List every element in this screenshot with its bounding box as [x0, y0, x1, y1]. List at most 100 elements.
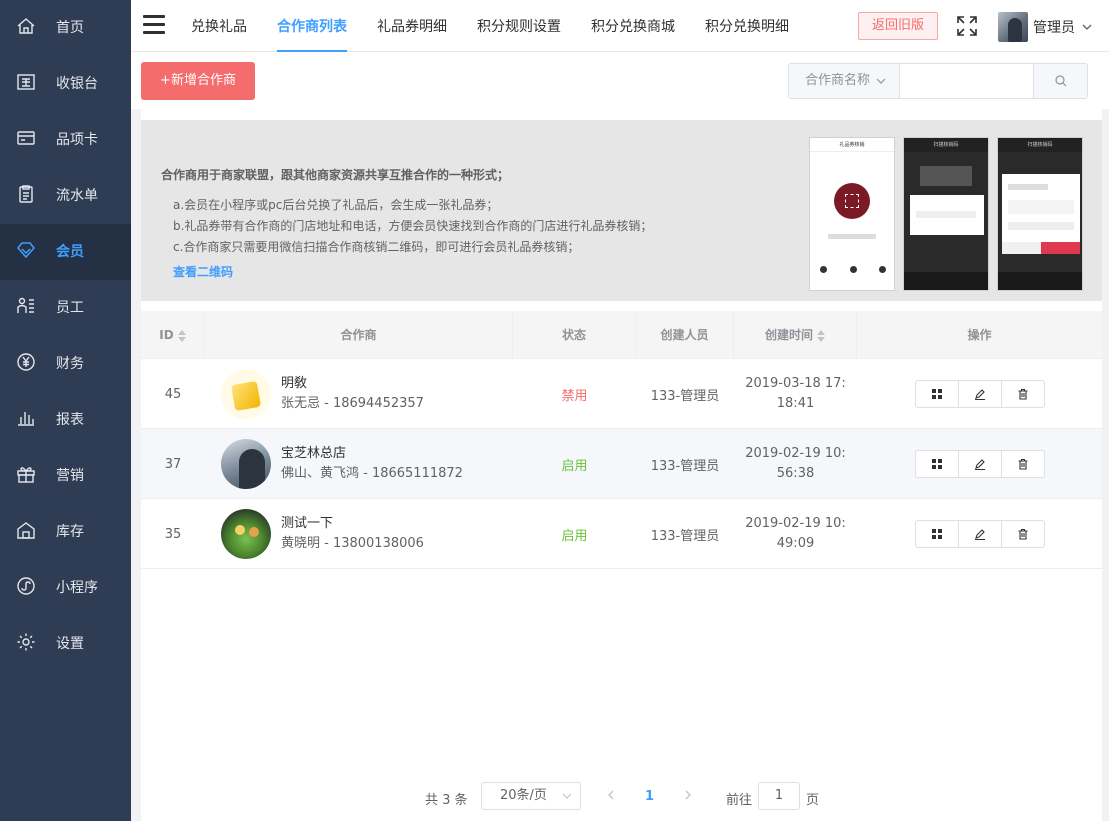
- gear-icon: [16, 632, 36, 652]
- sidebar-item-label: 首页: [56, 20, 84, 36]
- table-header: ID 合作商 状态 创建人员 创建时间 操作: [141, 311, 1102, 359]
- warehouse-icon: [16, 520, 36, 540]
- sidebar-item-label: 营销: [56, 468, 84, 484]
- chevron-down-icon: [562, 793, 572, 799]
- tab-points-mall[interactable]: 积分兑换商城: [591, 0, 675, 52]
- qr-code-button[interactable]: [916, 381, 959, 407]
- partner-name: 宝芝林总店: [281, 446, 347, 461]
- prev-page-icon[interactable]: [605, 789, 617, 801]
- bar-chart-icon: [16, 408, 36, 428]
- sidebar-item-card[interactable]: 品项卡: [0, 112, 131, 168]
- search-icon: [1055, 75, 1067, 87]
- tab-exchange-gift[interactable]: 兑换礼品: [191, 0, 247, 52]
- column-header-creator: 创建人员: [636, 311, 734, 359]
- qr-code-button[interactable]: [916, 521, 959, 547]
- goto-page-input[interactable]: 1: [758, 782, 800, 810]
- card-icon: [16, 128, 36, 148]
- sidebar-item-journal[interactable]: 流水单: [0, 168, 131, 224]
- info-line: a.会员在小程序或pc后台兑换了礼品后，会生成一张礼品券；: [173, 198, 499, 212]
- sidebar-item-label: 收银台: [56, 76, 98, 92]
- edit-button[interactable]: [959, 451, 1002, 477]
- sidebar-item-label: 流水单: [56, 188, 98, 204]
- status-badge: 禁用: [561, 388, 588, 404]
- sidebar-item-inventory[interactable]: 库存: [0, 504, 131, 560]
- partner-name: 明敎: [281, 376, 308, 391]
- sort-icon[interactable]: [177, 329, 186, 342]
- column-header-partner: 合作商: [205, 311, 513, 359]
- tab-coupon-detail[interactable]: 礼品券明细: [377, 0, 447, 52]
- sidebar-item-mini-program[interactable]: 小程序: [0, 560, 131, 616]
- delete-button[interactable]: [1002, 451, 1044, 477]
- goto-label: 前往: [726, 793, 753, 808]
- column-header-id[interactable]: ID: [141, 311, 205, 359]
- tab-points-detail[interactable]: 积分兑换明细: [705, 0, 789, 52]
- sidebar-item-staff[interactable]: 员工: [0, 280, 131, 336]
- delete-button[interactable]: [1002, 381, 1044, 407]
- partner-contact: 佛山、黄飞鸿 - 18665111872: [281, 466, 463, 481]
- edit-icon: [974, 389, 985, 400]
- qr-code-button[interactable]: [916, 451, 959, 477]
- grid-icon: [931, 459, 942, 469]
- row-id: 35: [164, 526, 182, 542]
- search-field-select[interactable]: 合作商名称: [789, 64, 900, 98]
- screenshot-scan-input: 扫描核销码: [903, 137, 989, 291]
- gift-icon: [16, 464, 36, 484]
- page-number-current[interactable]: 1: [645, 789, 654, 804]
- edit-button[interactable]: [959, 381, 1002, 407]
- search-bar: 合作商名称: [788, 63, 1088, 99]
- delete-button[interactable]: [1002, 521, 1044, 547]
- chevron-down-icon: [876, 78, 886, 84]
- row-creator: 133-管理员: [650, 458, 720, 474]
- row-created-time: 2019-02-19 10:56:38: [745, 446, 846, 481]
- sidebar-item-member[interactable]: 会员: [0, 224, 131, 280]
- row-created-time: 2019-02-19 10:49:09: [745, 516, 846, 551]
- sidebar-item-home[interactable]: 首页: [0, 0, 131, 56]
- top-bar: 兑换礼品 合作商列表 礼品券明细 积分规则设置 积分兑换商城 积分兑换明细 返回…: [131, 0, 1109, 52]
- screenshot-coupon-verify: 礼品券核销: [809, 137, 895, 291]
- page-size-select[interactable]: 20条/页: [481, 782, 581, 810]
- diamond-icon: [16, 240, 36, 260]
- column-header-created-time[interactable]: 创建时间: [734, 311, 857, 359]
- partner-contact: 黄晓明 - 13800138006: [281, 536, 424, 551]
- trash-icon: [1018, 388, 1027, 400]
- page-size-label: 20条/页: [500, 788, 547, 803]
- partner-name: 测试一下: [281, 516, 334, 531]
- tab-partner-list[interactable]: 合作商列表: [277, 0, 347, 52]
- back-to-old-version-button[interactable]: 返回旧版: [858, 12, 938, 40]
- sidebar-item-marketing[interactable]: 营销: [0, 448, 131, 504]
- sidebar-item-settings[interactable]: 设置: [0, 616, 131, 672]
- sidebar-item-label: 会员: [56, 244, 84, 260]
- row-actions: [857, 499, 1102, 569]
- pagination: 共 3 条 20条/页 1 前往 1 页: [141, 782, 1102, 812]
- yen-icon: [16, 352, 36, 372]
- search-input[interactable]: [900, 64, 1033, 98]
- edit-button[interactable]: [959, 521, 1002, 547]
- add-partner-button[interactable]: +新增合作商: [141, 62, 255, 100]
- pagination-total: 共 3 条: [425, 793, 468, 808]
- row-partner: 宝芝林总店 佛山、黄飞鸿 - 18665111872: [205, 429, 513, 499]
- sidebar-item-report[interactable]: 报表: [0, 392, 131, 448]
- row-partner: 明敎 张无忌 - 18694452357: [205, 359, 513, 429]
- user-name: 管理员: [1033, 20, 1075, 36]
- sort-icon[interactable]: [817, 329, 825, 342]
- sidebar-item-finance[interactable]: 财务: [0, 336, 131, 392]
- tab-points-rules[interactable]: 积分规则设置: [477, 0, 561, 52]
- chevron-down-icon: [1082, 24, 1092, 30]
- next-page-icon[interactable]: [682, 789, 694, 801]
- sidebar-item-cashier[interactable]: 收银台: [0, 56, 131, 112]
- partner-contact: 张无忌 - 18694452357: [281, 396, 424, 411]
- partner-avatar: [221, 509, 271, 559]
- fullscreen-icon[interactable]: [956, 15, 978, 37]
- row-id: 45: [164, 386, 182, 402]
- status-badge: 启用: [561, 458, 588, 474]
- info-line: b.礼品券带有合作商的门店地址和电话，方便会员快速找到合作商的门店进行礼品券核销…: [173, 219, 653, 233]
- menu-toggle-icon[interactable]: [143, 15, 165, 35]
- main-content: 合作商用于商家联盟，跟其他商家资源共享互推合作的一种形式； a.会员在小程序或p…: [141, 109, 1102, 821]
- sidebar-item-label: 设置: [56, 636, 84, 652]
- view-qr-code-link[interactable]: 查看二维码: [173, 263, 233, 280]
- user-menu[interactable]: 管理员: [998, 12, 1093, 42]
- row-partner: 测试一下 黄晓明 - 13800138006: [205, 499, 513, 569]
- search-button[interactable]: [1033, 64, 1087, 98]
- row-actions: [857, 359, 1102, 429]
- edit-icon: [974, 529, 985, 540]
